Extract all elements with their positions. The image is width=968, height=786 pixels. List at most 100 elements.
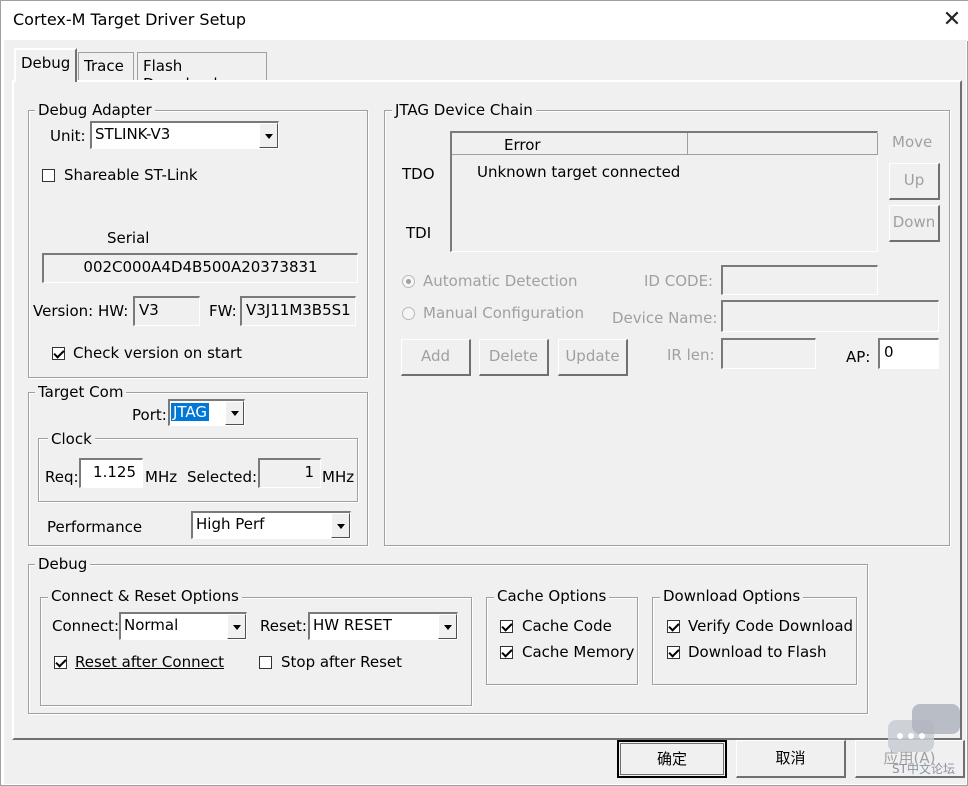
delete-button[interactable]: Delete: [479, 339, 549, 376]
port-label: Port:: [132, 406, 167, 424]
automatic-detection-radio[interactable]: [402, 275, 415, 288]
hw-version-value: V3: [139, 301, 159, 319]
selected-clock-value: 1: [304, 463, 314, 481]
table-header-empty[interactable]: [688, 133, 878, 155]
manual-configuration-label: Manual Configuration: [423, 304, 585, 322]
hw-version-field: V3: [133, 296, 200, 326]
delete-button-label: Delete: [488, 347, 539, 365]
port-select-value: JTAG: [171, 403, 210, 421]
download-options-title: Download Options: [660, 587, 804, 605]
up-button[interactable]: Up: [889, 163, 940, 200]
check-version-label: Check version on start: [73, 344, 243, 362]
reset-after-connect-label: Reset after Connect: [75, 653, 224, 671]
close-icon[interactable]: ✕: [939, 7, 965, 35]
ir-len-field[interactable]: [721, 338, 816, 369]
connect-select[interactable]: Normal: [119, 612, 247, 640]
cache-memory-checkbox[interactable]: [500, 646, 513, 659]
manual-configuration-radio[interactable]: [402, 307, 415, 320]
chevron-down-icon[interactable]: [259, 123, 278, 148]
tab-debug-label: Debug: [21, 54, 71, 72]
download-to-flash-label: Download to Flash: [688, 643, 827, 661]
performance-label: Performance: [47, 518, 143, 536]
chevron-down-icon[interactable]: [331, 513, 350, 538]
clock-title: Clock: [48, 430, 95, 448]
cache-options-title: Cache Options: [494, 587, 610, 605]
table-row[interactable]: Unknown target connected: [477, 163, 680, 181]
move-label: Move: [892, 133, 933, 151]
selected-mhz-label: MHz: [322, 468, 355, 486]
unit-select[interactable]: STLINK-V3: [90, 121, 279, 149]
jtag-chain-title: JTAG Device Chain: [392, 101, 536, 119]
serial-value: 002C000A4D4B500A20373831: [83, 258, 318, 276]
port-select[interactable]: JTAG: [168, 399, 245, 426]
serial-field: 002C000A4D4B500A20373831: [42, 253, 358, 283]
chevron-down-icon[interactable]: [227, 614, 246, 639]
download-to-flash-checkbox[interactable]: [667, 646, 680, 659]
ap-label: AP:: [846, 348, 871, 366]
verify-code-download-checkbox[interactable]: [667, 620, 680, 633]
jtag-device-table[interactable]: Error Unknown target connected: [450, 131, 878, 252]
window-title: Cortex-M Target Driver Setup: [13, 10, 246, 29]
cache-code-checkbox[interactable]: [500, 620, 513, 633]
unit-label: Unit:: [50, 127, 86, 145]
reset-select-value: HW RESET: [313, 616, 392, 634]
ap-input[interactable]: 0: [878, 338, 939, 369]
device-name-field[interactable]: [721, 300, 939, 332]
up-button-label: Up: [903, 171, 925, 189]
connect-label: Connect:: [52, 617, 120, 635]
debug-options-title: Debug: [35, 555, 91, 573]
chevron-down-icon[interactable]: [225, 401, 244, 425]
id-code-field[interactable]: [721, 265, 878, 295]
table-header-error[interactable]: Error: [452, 133, 688, 155]
ok-button-label: 确定: [656, 750, 687, 768]
serial-label: Serial: [107, 229, 150, 247]
tdi-label: TDI: [406, 224, 432, 242]
fw-label: FW:: [209, 302, 237, 320]
debug-adapter-group: [28, 110, 368, 378]
performance-select[interactable]: High Perf: [191, 511, 351, 539]
tdo-label: TDO: [402, 165, 435, 183]
performance-select-value: High Perf: [196, 515, 265, 533]
connect-select-value: Normal: [124, 616, 179, 634]
tab-debug[interactable]: Debug: [14, 48, 77, 82]
cache-options-group: [486, 597, 638, 685]
cancel-button[interactable]: 取消: [736, 740, 846, 778]
tab-trace-label: Trace: [84, 57, 124, 75]
ap-value: 0: [884, 343, 894, 361]
fw-version-value: V3J11M3B5S1: [246, 301, 351, 319]
add-button-label: Add: [420, 347, 451, 365]
req-clock-value: 1.125: [93, 463, 136, 481]
reset-label: Reset:: [260, 617, 307, 635]
down-button[interactable]: Down: [889, 205, 940, 242]
selected-clock-field: 1: [258, 458, 321, 488]
chevron-down-icon[interactable]: [438, 614, 457, 639]
unit-select-value: STLINK-V3: [95, 125, 171, 143]
fw-version-field: V3J11M3B5S1: [240, 296, 356, 326]
verify-code-download-label: Verify Code Download: [688, 617, 854, 635]
watermark-text: ST中文论坛: [892, 762, 955, 776]
cache-code-label: Cache Code: [522, 617, 612, 635]
stop-after-reset-checkbox[interactable]: [259, 656, 272, 669]
req-clock-input[interactable]: 1.125: [79, 458, 143, 488]
tab-trace[interactable]: Trace: [78, 52, 134, 82]
add-button[interactable]: Add: [401, 339, 471, 376]
tab-flash-download[interactable]: Flash Download: [137, 52, 267, 93]
device-name-label: Device Name:: [612, 309, 718, 327]
stop-after-reset-label: Stop after Reset: [281, 653, 403, 671]
reset-select[interactable]: HW RESET: [308, 612, 458, 640]
connect-reset-title: Connect & Reset Options: [48, 587, 242, 605]
req-mhz-label: MHz: [145, 468, 178, 486]
req-label: Req:: [45, 468, 79, 486]
version-hw-label: Version: HW:: [33, 302, 129, 320]
down-button-label: Down: [892, 213, 936, 231]
check-version-checkbox[interactable]: [52, 347, 65, 360]
reset-after-connect-checkbox[interactable]: [54, 656, 67, 669]
title-bar: Cortex-M Target Driver Setup ✕: [1, 1, 968, 41]
automatic-detection-label: Automatic Detection: [423, 272, 578, 290]
debug-adapter-title: Debug Adapter: [35, 101, 155, 119]
col-error-label: Error: [504, 136, 541, 154]
forum-watermark: ST中文论坛: [886, 702, 964, 782]
update-button[interactable]: Update: [558, 339, 628, 376]
ok-button[interactable]: 确定: [617, 740, 727, 778]
shareable-stlink-checkbox[interactable]: [42, 169, 55, 182]
